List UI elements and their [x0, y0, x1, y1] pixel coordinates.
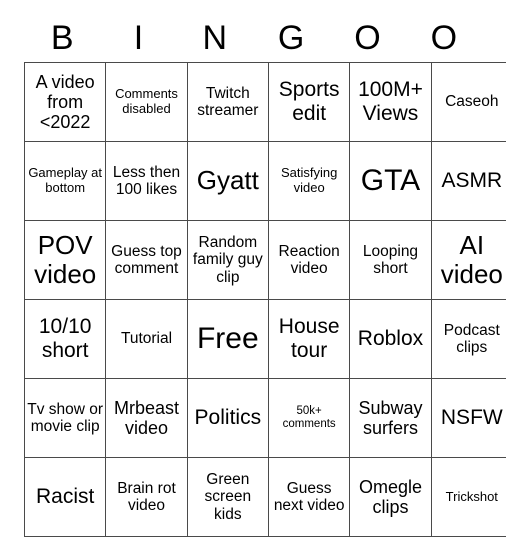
bingo-cell-label: Brain rot video: [117, 479, 176, 514]
bingo-cell-r5-c0[interactable]: Racist: [23, 457, 107, 537]
bingo-cell-r4-c0[interactable]: Tv show or movie clip: [23, 378, 107, 458]
bingo-cell-label: Caseoh: [445, 93, 499, 111]
bingo-cell-r1-c4[interactable]: GTA: [349, 141, 432, 221]
bingo-row: Tv show or movie clip Mrbeast video Politi…: [23, 378, 506, 458]
bingo-row: POV video Guess top comment Random family …: [23, 220, 506, 300]
bingo-row: Racist Brain rot video Green screen kids Gu…: [23, 457, 506, 537]
bingo-cell-label: Subway surfers: [358, 397, 423, 438]
bingo-header-letter-2: N: [202, 19, 228, 57]
bingo-cell-r5-c5[interactable]: Trickshot: [430, 457, 506, 537]
bingo-cell-r1-c1[interactable]: Less then 100 likes: [105, 141, 188, 221]
bingo-cell-label: A video from <2022: [35, 71, 95, 133]
bingo-cell-r4-c3[interactable]: 50k+ comments: [267, 378, 351, 458]
bingo-cell-label: Roblox: [357, 327, 424, 351]
bingo-cell-r0-c4[interactable]: 100M+ Views: [349, 62, 432, 142]
bingo-header-letter-1: I: [133, 19, 144, 57]
bingo-cell-label: Guess next video: [273, 479, 345, 514]
bingo-cell-label: Sports edit: [278, 78, 340, 125]
bingo-cell-r2-c0[interactable]: POV video: [23, 220, 107, 300]
bingo-header-row: BINGOO: [24, 14, 482, 62]
bingo-cell-label: Free: [196, 322, 259, 356]
bingo-cell-r3-c4[interactable]: Roblox: [349, 299, 432, 379]
bingo-cell-r4-c4[interactable]: Subway surfers: [349, 378, 432, 458]
bingo-cell-r1-c5[interactable]: ASMR: [430, 141, 506, 221]
bingo-header-letter-5: O: [430, 19, 458, 57]
bingo-cell-r4-c2[interactable]: Politics: [186, 378, 269, 458]
bingo-grid-body: A video from <2022 Comments disabled Twitc…: [23, 62, 506, 537]
bingo-cell-r5-c2[interactable]: Green screen kids: [186, 457, 269, 537]
bingo-cell-r0-c0[interactable]: A video from <2022: [23, 62, 107, 142]
bingo-header-letter-3: G: [277, 19, 305, 57]
bingo-cell-r5-c1[interactable]: Brain rot video: [105, 457, 188, 537]
bingo-cell-label: 50k+ comments: [282, 405, 336, 430]
bingo-cell-r0-c5[interactable]: Caseoh: [430, 62, 506, 142]
bingo-row: A video from <2022 Comments disabled Twitc…: [23, 62, 506, 142]
bingo-card: B I N G O O A video from <2022 Comments disabl…: [23, 14, 506, 537]
bingo-cell-r2-c2[interactable]: Random family guy clip: [186, 220, 269, 300]
bingo-cell-r3-c3[interactable]: House tour: [267, 299, 351, 379]
bingo-cell-label: Guess top comment: [111, 242, 182, 277]
bingo-cell-r2-c3[interactable]: Reaction video: [267, 220, 351, 300]
bingo-cell-r3-c5[interactable]: Podcast clips: [430, 299, 506, 379]
bingo-cell-r3-c0[interactable]: 10/10 short: [23, 299, 107, 379]
bingo-cell-r5-c3[interactable]: Guess next video: [267, 457, 351, 537]
bingo-cell-label: Less then 100 likes: [112, 163, 181, 198]
bingo-cell-label: Mrbeast video: [113, 397, 179, 438]
bingo-cell-label: POV video: [34, 229, 97, 289]
bingo-cell-label: Tutorial: [120, 330, 173, 348]
bingo-cell-r2-c4[interactable]: Looping short: [349, 220, 432, 300]
bingo-cell-label: NSFW: [440, 406, 503, 430]
bingo-cell-label: Satisfying video: [280, 165, 338, 195]
bingo-cell-r0-c1[interactable]: Comments disabled: [105, 62, 188, 142]
bingo-cell-r1-c2[interactable]: Gyatt: [186, 141, 269, 221]
bingo-cell-label: 100M+ Views: [358, 78, 423, 125]
bingo-cell-label: Podcast clips: [443, 321, 500, 356]
bingo-cell-label: House tour: [278, 315, 340, 362]
bingo-cell-r1-c3[interactable]: Satisfying video: [267, 141, 351, 221]
bingo-cell-r3-c2[interactable]: Free: [186, 299, 269, 379]
bingo-cell-label: Trickshot: [445, 488, 498, 504]
bingo-cell-r3-c1[interactable]: Tutorial: [105, 299, 188, 379]
bingo-cell-label: Random family guy clip: [192, 233, 263, 286]
bingo-cell-label: Racist: [35, 485, 95, 509]
bingo-cell-label: GTA: [360, 164, 421, 198]
bingo-row: 10/10 short Tutorial Free House tour Roblox P…: [23, 299, 506, 379]
bingo-cell-label: Green screen kids: [204, 470, 252, 523]
bingo-cell-label: Politics: [194, 406, 262, 430]
bingo-cell-label: Looping short: [362, 242, 419, 277]
bingo-cell-r1-c0[interactable]: Gameplay at bottom: [23, 141, 107, 221]
bingo-cell-r2-c5[interactable]: AI video: [430, 220, 506, 300]
bingo-cell-label: Tv show or movie clip: [27, 400, 104, 435]
bingo-cell-label: Gameplay at bottom: [28, 165, 103, 195]
bingo-cell-label: 10/10 short: [38, 315, 92, 362]
bingo-cell-r0-c2[interactable]: Twitch streamer: [186, 62, 269, 142]
bingo-cell-r2-c1[interactable]: Guess top comment: [105, 220, 188, 300]
bingo-header-letter-4: O: [354, 19, 381, 57]
bingo-grid: A video from <2022 Comments disabled Twitc…: [23, 62, 506, 537]
bingo-cell-r4-c5[interactable]: NSFW: [430, 378, 506, 458]
bingo-cell-label: AI video: [440, 229, 503, 289]
bingo-cell-label: Gyatt: [196, 165, 259, 196]
bingo-header-letter-0: B: [50, 19, 74, 57]
bingo-cell-label: Reaction video: [278, 242, 340, 277]
bingo-cell-label: Twitch streamer: [197, 84, 259, 119]
bingo-row: Gameplay at bottom Less then 100 likes Gya…: [23, 141, 506, 221]
bingo-cell-r0-c3[interactable]: Sports edit: [267, 62, 351, 142]
bingo-cell-label: Comments disabled: [115, 86, 178, 116]
bingo-cell-r4-c1[interactable]: Mrbeast video: [105, 378, 188, 458]
bingo-cell-label: ASMR: [441, 169, 503, 193]
bingo-cell-r5-c4[interactable]: Omegle clips: [349, 457, 432, 537]
bingo-cell-label: Omegle clips: [358, 476, 422, 517]
